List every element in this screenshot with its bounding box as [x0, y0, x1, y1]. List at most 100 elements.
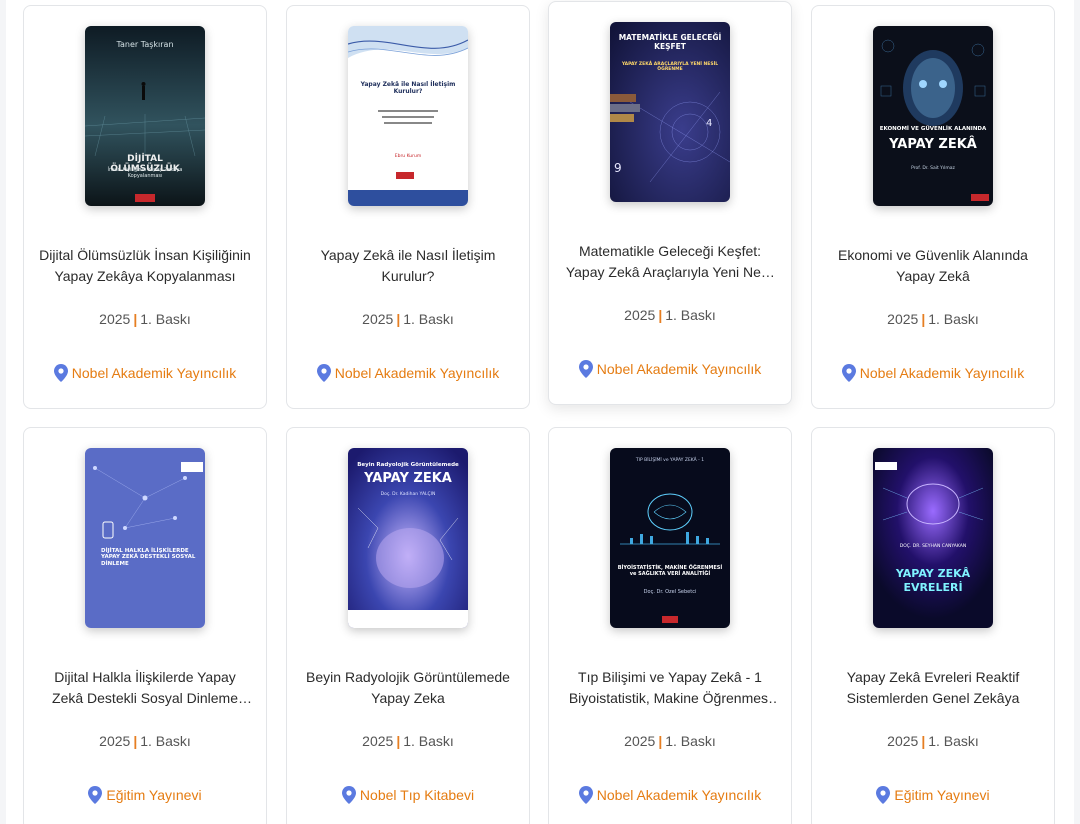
book-cover-image[interactable]: DOÇ. DR. SEYHAN CANYAKAN YAPAY ZEKÂ EVRE…: [873, 448, 993, 628]
book-publisher-link[interactable]: Nobel Akademik Yayıncılık: [549, 360, 791, 378]
book-edition: 1. Baskı: [665, 733, 716, 749]
publisher-name: Nobel Akademik Yayıncılık: [859, 365, 1025, 381]
book-meta: 2025 | 1. Baskı: [24, 311, 266, 327]
book-title[interactable]: Yapay Zekâ Evreleri Reaktif Sistemlerden…: [826, 667, 1040, 709]
book-title[interactable]: Ekonomi ve Güvenlik Alanında Yapay Zekâ: [826, 245, 1040, 287]
book-meta: 2025 | 1. Baskı: [812, 311, 1054, 327]
cover-subtitle: YAPAY ZEKÂ: [889, 137, 977, 152]
book-title[interactable]: Tıp Bilişimi ve Yapay Zekâ - 1 Biyoistat…: [563, 667, 777, 709]
location-pin-icon: [876, 786, 891, 804]
book-edition: 1. Baskı: [928, 733, 979, 749]
book-title[interactable]: Dijital Ölümsüzlük İnsan Kişiliğinin Yap…: [38, 245, 252, 287]
publisher-name: Eğitim Yayınevi: [894, 787, 990, 803]
cover-author: Doç. Dr. Kadihan YALÇIN: [380, 492, 436, 497]
cover-subtitle: YAPAY ZEKA: [364, 471, 452, 486]
book-card-hovered[interactable]: 4 9 MATEMATİKLE GELECEĞİ KEŞFET YAPAY ZE…: [548, 1, 792, 405]
book-meta: 2025 | 1. Baskı: [287, 733, 529, 749]
cover-subtitle: EVRELERİ: [903, 581, 963, 594]
meta-separator: |: [658, 307, 663, 323]
book-cover-image[interactable]: Yapay Zekâ ile Nasıl İletişim Kurulur? E…: [348, 26, 468, 206]
book-meta: 2025 | 1. Baskı: [549, 307, 791, 323]
book-card[interactable]: Yapay Zekâ ile Nasıl İletişim Kurulur? E…: [286, 5, 530, 409]
book-title[interactable]: Yapay Zekâ ile Nasıl İletişim Kurulur?: [301, 245, 515, 287]
book-title[interactable]: Dijital Halkla İlişkilerde Yapay Zekâ De…: [38, 667, 252, 709]
book-publisher-link[interactable]: Eğitim Yayınevi: [24, 786, 266, 804]
cover-heading: EKONOMİ VE GÜVENLİK ALANINDA: [879, 126, 987, 132]
book-edition: 1. Baskı: [140, 733, 191, 749]
cover-heading: Yapay Zekâ ile Nasıl İletişim Kurulur?: [360, 81, 456, 95]
book-title[interactable]: Matematikle Geleceği Keşfet: Yapay Zekâ …: [563, 241, 777, 283]
location-pin-icon: [341, 786, 356, 804]
book-grid: Taner Taşkıran DİJİTAL ÖLÜMSÜZLÜK İnsan …: [6, 0, 1074, 824]
cover-heading: TIP BİLİŞİMİ ve YAPAY ZEKÂ - 1: [635, 458, 705, 463]
book-publisher-link[interactable]: Nobel Akademik Yayıncılık: [812, 364, 1054, 382]
book-year: 2025: [362, 733, 394, 749]
meta-separator: |: [921, 311, 926, 327]
book-meta: 2025 | 1. Baskı: [24, 733, 266, 749]
book-year: 2025: [624, 733, 656, 749]
publisher-name: Nobel Akademik Yayıncılık: [334, 365, 500, 381]
cover-author: Doç. Dr. Ozel Sebetci: [643, 589, 697, 595]
book-meta: 2025 | 1. Baskı: [549, 733, 791, 749]
book-edition: 1. Baskı: [140, 311, 191, 327]
book-edition: 1. Baskı: [403, 311, 454, 327]
book-cover-image[interactable]: TIP BİLİŞİMİ ve YAPAY ZEKÂ - 1 BİYOİSTAT…: [610, 448, 730, 628]
book-year: 2025: [887, 311, 919, 327]
book-publisher-link[interactable]: Nobel Akademik Yayıncılık: [287, 364, 529, 382]
cover-subtitle: BİYOİSTATİSTİK, MAKİNE ÖĞRENMESİ ve SAĞL…: [617, 565, 723, 577]
book-publisher-link[interactable]: Nobel Tıp Kitabevi: [287, 786, 529, 804]
book-card[interactable]: Beyin Radyolojik Görüntülemede YAPAY ZEK…: [286, 427, 530, 824]
book-card[interactable]: Taner Taşkıran DİJİTAL ÖLÜMSÜZLÜK İnsan …: [23, 5, 267, 409]
book-card[interactable]: DOÇ. DR. SEYHAN CANYAKAN YAPAY ZEKÂ EVRE…: [811, 427, 1055, 824]
book-card[interactable]: TIP BİLİŞİMİ ve YAPAY ZEKÂ - 1 BİYOİSTAT…: [548, 427, 792, 824]
book-year: 2025: [99, 733, 131, 749]
cover-author: Ebru Kurum: [394, 154, 422, 159]
cover-author: DOÇ. DR. SEYHAN CANYAKAN: [899, 544, 967, 549]
meta-separator: |: [133, 311, 138, 327]
book-title[interactable]: Beyin Radyolojik Görüntülemede Yapay Zek…: [301, 667, 515, 709]
book-meta: 2025 | 1. Baskı: [287, 311, 529, 327]
cover-heading: MATEMATİKLE GELECEĞİ KEŞFET: [618, 33, 722, 51]
book-cover-image[interactable]: EKONOMİ VE GÜVENLİK ALANINDA YAPAY ZEKÂ …: [873, 26, 993, 206]
cover-author: Taner Taşkıran: [116, 40, 174, 49]
book-year: 2025: [624, 307, 656, 323]
publisher-name: Nobel Tıp Kitabevi: [359, 787, 475, 803]
cover-heading: YAPAY ZEKÂ: [895, 567, 971, 580]
book-meta: 2025 | 1. Baskı: [812, 733, 1054, 749]
svg-text:9: 9: [614, 161, 622, 175]
location-pin-icon: [53, 364, 68, 382]
publisher-name: Nobel Akademik Yayıncılık: [596, 787, 762, 803]
book-card[interactable]: DİJİTAL HALKLA İLİŞKİLERDE YAPAY ZEKÂ DE…: [23, 427, 267, 824]
book-publisher-link[interactable]: Eğitim Yayınevi: [812, 786, 1054, 804]
publisher-name: Eğitim Yayınevi: [106, 787, 202, 803]
meta-separator: |: [396, 733, 401, 749]
meta-separator: |: [133, 733, 138, 749]
meta-separator: |: [396, 311, 401, 327]
book-cover-image[interactable]: DİJİTAL HALKLA İLİŞKİLERDE YAPAY ZEKÂ DE…: [85, 448, 205, 628]
cover-subtitle: YAPAY ZEKÂ ARAÇLARIYLA YENİ NESİL ÖĞRENM…: [621, 62, 719, 73]
svg-text:4: 4: [706, 118, 712, 129]
publisher-name: Nobel Akademik Yayıncılık: [596, 361, 762, 377]
book-edition: 1. Baskı: [928, 311, 979, 327]
meta-separator: |: [921, 733, 926, 749]
meta-separator: |: [658, 733, 663, 749]
publisher-name: Nobel Akademik Yayıncılık: [71, 365, 237, 381]
book-card[interactable]: EKONOMİ VE GÜVENLİK ALANINDA YAPAY ZEKÂ …: [811, 5, 1055, 409]
cover-heading: Beyin Radyolojik Görüntülemede: [357, 462, 459, 468]
cover-author: Prof. Dr. Sait Yılmaz: [911, 166, 955, 171]
cover-heading: DİJİTAL HALKLA İLİŞKİLERDE YAPAY ZEKÂ DE…: [101, 548, 196, 567]
book-edition: 1. Baskı: [665, 307, 716, 323]
location-pin-icon: [88, 786, 103, 804]
book-cover-image[interactable]: Taner Taşkıran DİJİTAL ÖLÜMSÜZLÜK İnsan …: [85, 26, 205, 206]
book-edition: 1. Baskı: [403, 733, 454, 749]
book-year: 2025: [887, 733, 919, 749]
book-year: 2025: [362, 311, 394, 327]
location-pin-icon: [841, 364, 856, 382]
book-publisher-link[interactable]: Nobel Akademik Yayıncılık: [24, 364, 266, 382]
cover-subtitle: İnsan Kişiliğinin Yapay Zekâya Kopyalanm…: [107, 167, 183, 179]
book-cover-image[interactable]: Beyin Radyolojik Görüntülemede YAPAY ZEK…: [348, 448, 468, 628]
location-pin-icon: [578, 786, 593, 804]
book-publisher-link[interactable]: Nobel Akademik Yayıncılık: [549, 786, 791, 804]
book-year: 2025: [99, 311, 131, 327]
book-cover-image[interactable]: 4 9 MATEMATİKLE GELECEĞİ KEŞFET YAPAY ZE…: [610, 22, 730, 202]
